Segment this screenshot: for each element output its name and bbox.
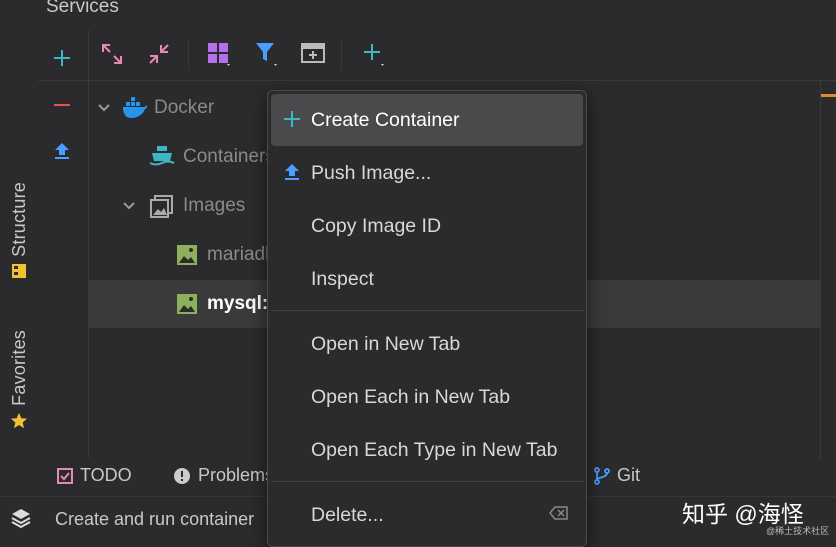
toolbar-separator	[341, 40, 342, 70]
expand-icon	[102, 44, 122, 64]
menu-label-open-each-in-new-tab: Open Each in New Tab	[311, 385, 511, 408]
plus-icon	[364, 44, 384, 66]
tree-label-docker: Docker	[154, 97, 215, 118]
tree-label-images: Images	[183, 195, 246, 216]
tree-label-containers: Containers	[183, 146, 275, 167]
menu-label-create-container: Create Container	[311, 108, 460, 131]
upload-icon	[282, 162, 302, 182]
add-service-button[interactable]	[48, 44, 76, 72]
structure-icon	[11, 263, 27, 284]
menu-item-open-each-type-in-new-tab[interactable]: Open Each Type in New Tab	[271, 424, 583, 476]
collapse-icon	[149, 44, 169, 64]
progress-marker	[821, 94, 836, 97]
image-icon	[176, 293, 198, 315]
toolbar-separator	[188, 40, 189, 70]
favorites-tab[interactable]: Favorites	[6, 330, 32, 435]
add-button[interactable]	[359, 40, 387, 68]
tree-label-image-selected: mysql:	[207, 293, 269, 314]
menu-label-open-in-new-tab: Open in New Tab	[311, 332, 461, 355]
favorites-tab-label: Favorites	[8, 330, 29, 406]
watermark-subtext: @稀土技术社区	[766, 526, 830, 536]
todo-tab[interactable]: TODO	[57, 465, 132, 486]
layers-icon[interactable]	[10, 507, 32, 534]
menu-item-copy-image-id[interactable]: Copy Image ID	[271, 200, 583, 252]
menu-label-inspect: Inspect	[311, 267, 374, 290]
container-icon	[149, 145, 175, 169]
context-menu: Create Container Push Image... Copy Imag…	[267, 90, 587, 547]
right-edge-panel	[820, 80, 836, 460]
tree-label-image: mariadb	[207, 244, 276, 265]
status-text: Create and run container	[55, 509, 255, 529]
star-icon	[10, 412, 28, 435]
plus-icon	[282, 109, 302, 129]
warning-icon	[174, 467, 190, 484]
minus-icon	[54, 104, 70, 106]
menu-item-push-image[interactable]: Push Image...	[271, 147, 583, 199]
problems-tab-label: Problems	[198, 465, 275, 485]
menu-label-copy-image-id: Copy Image ID	[311, 214, 442, 237]
group-by-button[interactable]	[205, 40, 233, 68]
chevron-down-icon[interactable]	[96, 100, 112, 116]
todo-tab-label: TODO	[80, 465, 132, 485]
menu-label-push-image: Push Image...	[311, 161, 432, 184]
menu-item-inspect[interactable]: Inspect	[271, 253, 583, 305]
new-tab-button[interactable]	[299, 40, 327, 68]
problems-tab[interactable]: Problems	[173, 465, 274, 486]
docker-icon	[122, 97, 148, 119]
menu-item-open-in-new-tab[interactable]: Open in New Tab	[271, 318, 583, 370]
filter-button[interactable]	[253, 40, 281, 68]
image-icon	[176, 244, 198, 266]
remove-button[interactable]	[48, 91, 76, 119]
new-tab-icon	[301, 43, 325, 63]
grid-icon	[208, 43, 230, 66]
plus-icon	[54, 50, 70, 66]
chevron-down-icon[interactable]	[121, 198, 137, 214]
menu-label-open-each-type-in-new-tab: Open Each Type in New Tab	[311, 438, 558, 461]
structure-tab[interactable]: Structure	[6, 182, 32, 284]
git-tab[interactable]: Git	[594, 465, 640, 486]
left-tool-strip: Structure Favorites	[0, 0, 38, 545]
images-icon	[150, 194, 174, 218]
expand-all-button[interactable]	[98, 40, 126, 68]
services-title: Services	[46, 0, 119, 17]
git-branch-icon	[594, 466, 610, 485]
menu-separator	[271, 310, 583, 311]
menu-item-open-each-in-new-tab[interactable]: Open Each in New Tab	[271, 371, 583, 423]
upload-icon	[55, 143, 69, 159]
menu-separator	[271, 481, 583, 482]
push-button[interactable]	[48, 137, 76, 165]
structure-tab-label: Structure	[8, 182, 29, 257]
menu-item-create-container[interactable]: Create Container	[271, 94, 583, 146]
filter-icon	[256, 43, 277, 66]
git-tab-label: Git	[617, 465, 641, 485]
backspace-shortcut-icon	[549, 505, 569, 526]
collapse-all-button[interactable]	[145, 40, 173, 68]
todo-icon	[57, 467, 73, 484]
menu-item-delete[interactable]: Delete...	[271, 489, 583, 541]
menu-label-delete: Delete...	[311, 503, 384, 526]
